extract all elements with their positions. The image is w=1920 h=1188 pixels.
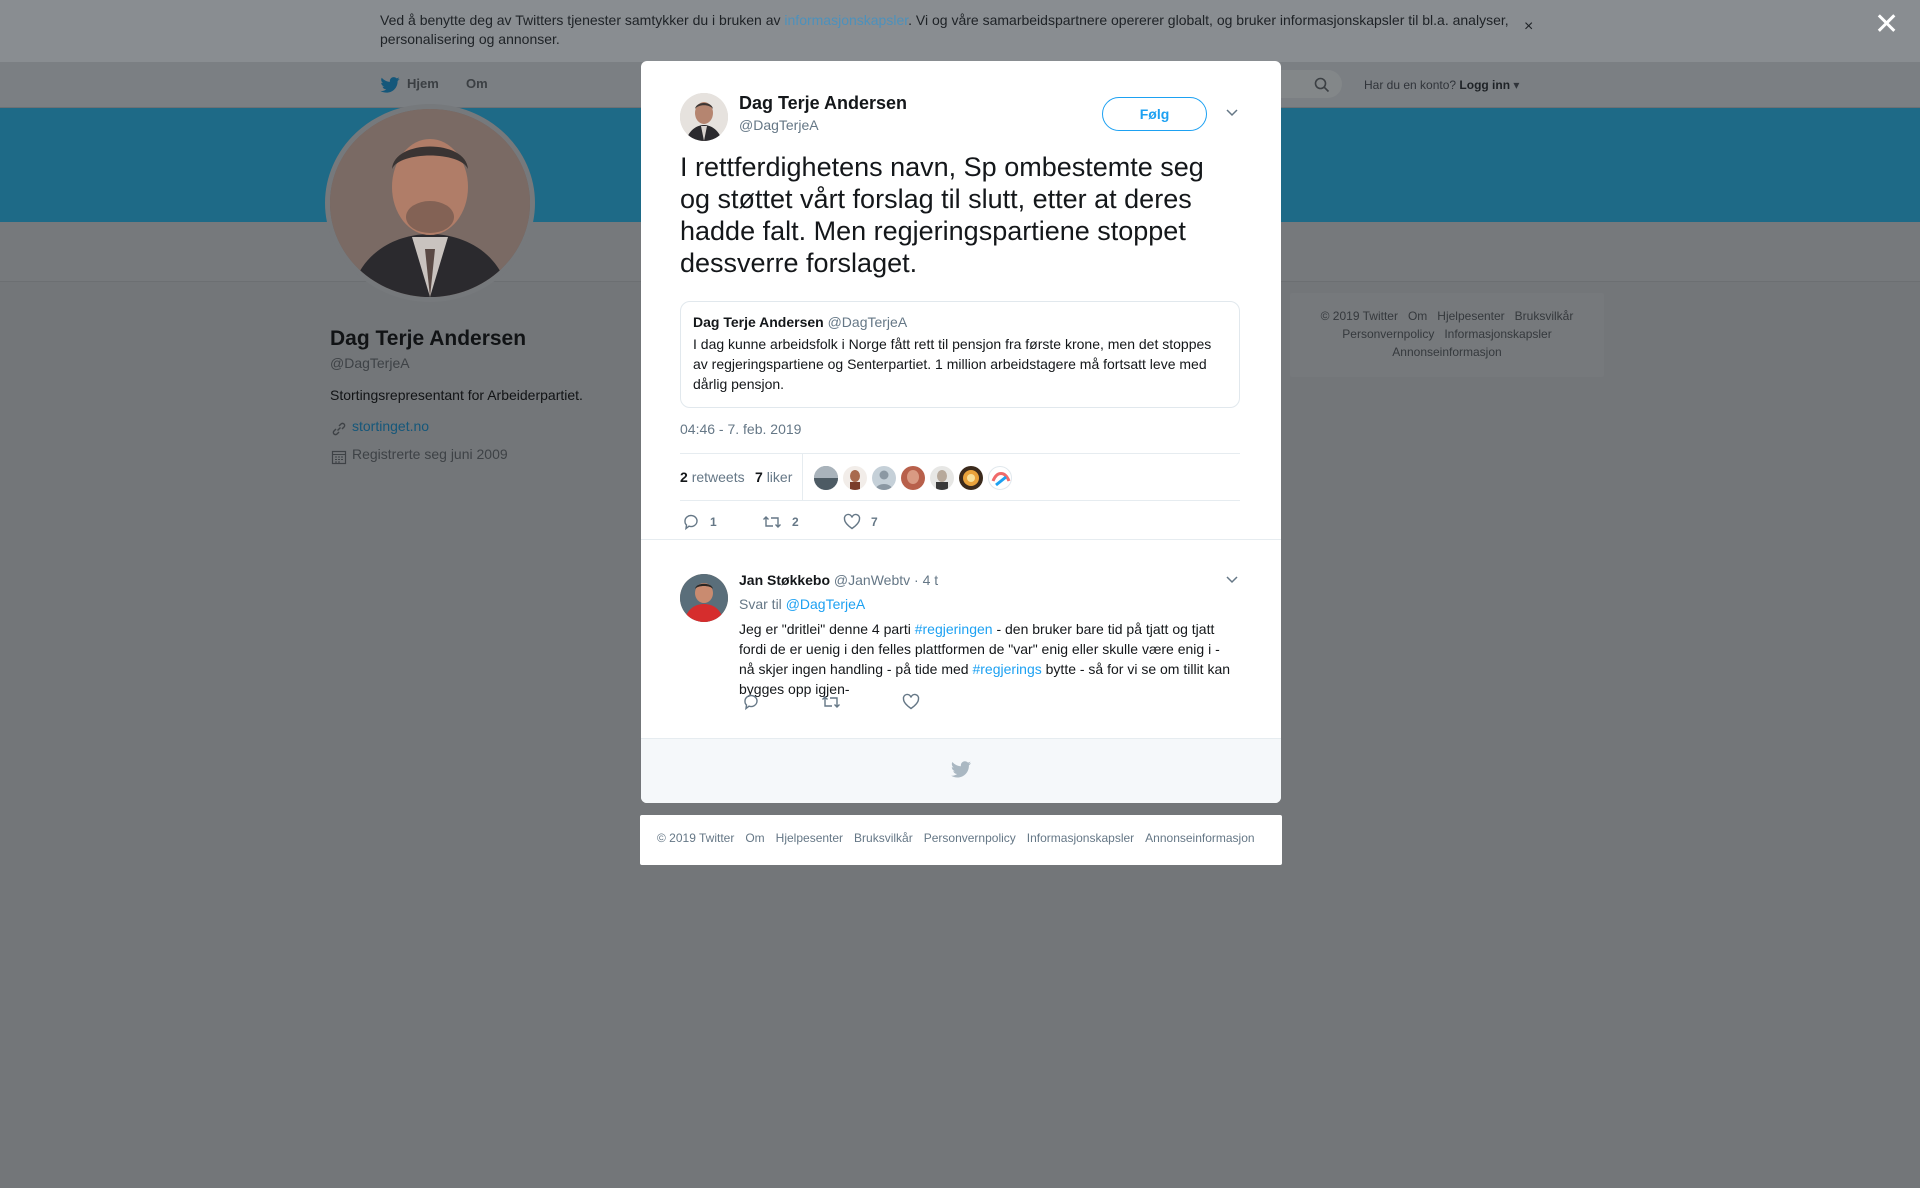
stats-divider xyxy=(802,454,803,501)
chevron-down-icon[interactable] xyxy=(1226,109,1238,117)
portrait-image xyxy=(330,109,530,297)
heart-icon xyxy=(843,513,861,530)
search-icon xyxy=(1314,77,1330,93)
side-footer-ads-info[interactable]: Annonseinformasjon xyxy=(1392,345,1501,359)
retweet-icon xyxy=(763,516,781,528)
retweet-button[interactable]: 2 xyxy=(762,513,799,531)
twitter-bird-icon xyxy=(951,761,971,778)
profile-avatar[interactable] xyxy=(325,104,535,302)
footer-cookies[interactable]: Informasjonskapsler xyxy=(1027,831,1134,845)
tweet-author-handle[interactable]: @DagTerjeA xyxy=(739,117,819,133)
liker-avatar[interactable] xyxy=(901,466,925,490)
modal-footer xyxy=(641,738,1281,803)
footer-privacy[interactable]: Personvernpolicy xyxy=(924,831,1016,845)
reply-time[interactable]: · 4 t xyxy=(914,572,938,588)
chevron-down-icon[interactable] xyxy=(1226,576,1238,584)
reply-header: Jan Støkkebo @JanWebtv · 4 t xyxy=(739,572,938,588)
profile-website-link[interactable]: stortinget.no xyxy=(352,418,429,434)
liker-avatar[interactable] xyxy=(959,466,983,490)
reply-to-line: Svar til @DagTerjeA xyxy=(739,596,866,612)
nav-home[interactable]: Hjem xyxy=(407,76,439,91)
reply-button[interactable]: 1 xyxy=(682,513,717,531)
footer-terms[interactable]: Bruksvilkår xyxy=(854,831,913,845)
tweet-text: I rettferdighetens navn, Sp ombestemte s… xyxy=(680,152,1204,278)
reply-icon xyxy=(684,514,698,531)
retweet-stat[interactable]: 2 retweets xyxy=(680,469,745,485)
reply-author-name[interactable]: Jan Støkkebo xyxy=(739,572,830,588)
side-footer-about[interactable]: Om xyxy=(1408,309,1427,323)
profile-handle: @DagTerjeA xyxy=(330,355,410,371)
side-footer-terms[interactable]: Bruksvilkår xyxy=(1515,309,1574,323)
close-icon[interactable]: ✕ xyxy=(1874,10,1899,40)
follow-button[interactable]: Følg xyxy=(1102,97,1207,131)
chevron-down-icon: ▾ xyxy=(1510,78,1520,92)
side-footer-cookies[interactable]: Informasjonskapsler xyxy=(1444,327,1551,341)
tweet-author-avatar[interactable] xyxy=(680,93,728,141)
login-link[interactable]: Logg inn xyxy=(1459,78,1510,92)
hashtag-link[interactable]: #regjerings xyxy=(972,661,1041,677)
link-icon xyxy=(332,422,346,436)
side-footer-help[interactable]: Hjelpesenter xyxy=(1437,309,1504,323)
tweet-modal: Dag Terje Andersen @DagTerjeA Følg I ret… xyxy=(641,61,1281,803)
quoted-author-name: Dag Terje Andersen xyxy=(693,314,824,330)
heart-icon[interactable] xyxy=(902,693,920,711)
side-footer: © 2019 Twitter Om Hjelpesenter Bruksvilkår … xyxy=(1290,293,1604,377)
tweet-stats: 2 retweets 7 liker xyxy=(680,453,1240,501)
quoted-author-handle: @DagTerjeA xyxy=(827,314,908,330)
twitter-bird-icon xyxy=(380,77,400,93)
quoted-tweet[interactable]: Dag Terje Andersen @DagTerjeA I dag kunn… xyxy=(680,301,1240,408)
reply-author-handle[interactable]: @JanWebtv xyxy=(834,572,910,588)
liker-avatar[interactable] xyxy=(988,466,1012,490)
profile-joined-date: Registrerte seg juni 2009 xyxy=(352,446,508,462)
liker-avatar[interactable] xyxy=(814,466,838,490)
reply-text: Jeg er "dritlei" denne 4 parti #regjerin… xyxy=(739,621,1231,697)
modal-footer-links: © 2019 Twitter Om Hjelpesenter Bruksvilkår P… xyxy=(640,815,1282,865)
retweet-icon[interactable] xyxy=(821,693,841,711)
side-footer-privacy[interactable]: Personvernpolicy xyxy=(1342,327,1434,341)
login-prompt: Har du en konto? Logg inn ▾ xyxy=(1364,78,1520,92)
liker-avatar[interactable] xyxy=(843,466,867,490)
liker-avatar[interactable] xyxy=(872,466,896,490)
liker-avatar[interactable] xyxy=(930,466,954,490)
reply-author-avatar[interactable] xyxy=(680,574,728,622)
cookie-banner: Ved å benytte deg av Twitters tjenester … xyxy=(0,0,1920,62)
footer-ads-info[interactable]: Annonseinformasjon xyxy=(1145,831,1254,845)
reply-tweet[interactable]: Jan Støkkebo @JanWebtv · 4 t Svar til @D… xyxy=(641,539,1281,719)
side-footer-copyright: © 2019 Twitter xyxy=(1320,309,1398,323)
reply-to-mention[interactable]: @DagTerjeA xyxy=(786,596,866,612)
like-button[interactable]: 7 xyxy=(843,513,878,531)
hashtag-link[interactable]: #regjeringen xyxy=(915,621,993,637)
profile-name: Dag Terje Andersen xyxy=(330,327,527,350)
nav-about[interactable]: Om xyxy=(466,76,488,91)
tweet-timestamp[interactable]: 04:46 - 7. feb. 2019 xyxy=(680,421,801,437)
cookie-close-button[interactable]: × xyxy=(1524,18,1533,36)
footer-about[interactable]: Om xyxy=(745,831,764,845)
profile-bio: Stortingsrepresentant for Arbeiderpartie… xyxy=(330,387,583,403)
quoted-tweet-text: I dag kunne arbeidsfolk i Norge fått ret… xyxy=(693,336,1212,392)
footer-copyright: © 2019 Twitter xyxy=(657,831,735,845)
calendar-icon xyxy=(331,450,347,465)
tweet-actions: 1 2 7 xyxy=(680,513,1240,539)
cookie-link[interactable]: informasjonskapsler xyxy=(784,12,908,28)
footer-help[interactable]: Hjelpesenter xyxy=(776,831,843,845)
reply-icon[interactable] xyxy=(742,693,760,711)
like-stat[interactable]: 7 liker xyxy=(755,469,792,485)
reply-actions xyxy=(739,693,1039,713)
cookie-banner-text: Ved å benytte deg av Twitters tjenester … xyxy=(380,12,1509,47)
tweet-author-name[interactable]: Dag Terje Andersen xyxy=(739,93,907,114)
